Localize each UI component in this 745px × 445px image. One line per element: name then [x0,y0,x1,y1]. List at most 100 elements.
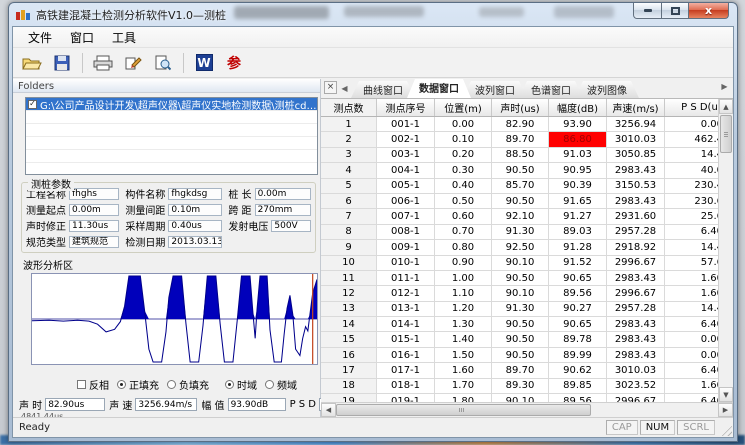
column-header-4[interactable]: 幅度(dB) [549,99,607,116]
menu-file[interactable]: 文件 [19,27,61,48]
time-domain-radio-control[interactable]: 时域 [225,377,257,392]
param-field-standard-type[interactable]: 建筑规范 [69,236,119,248]
horizontal-scrollbar[interactable]: ◀ ▶ [321,402,733,417]
param-field-sound-time-correction[interactable]: 11.30us [69,220,119,232]
column-header-3[interactable]: 声时(us) [492,99,549,116]
resize-grip[interactable] [719,423,732,436]
table-cell: 3023.52 [607,379,665,394]
waveform-plot[interactable] [31,273,318,365]
tab-wavetrain-image[interactable]: 波列图像 [575,81,639,98]
scroll-down-icon[interactable]: ▼ [719,387,733,402]
word-export-button[interactable]: W [191,51,217,75]
table-row[interactable]: 16016-11.5090.5089.992983.430.00 [321,348,718,363]
param-field-pile-length[interactable]: 0.00m [255,188,311,200]
tab-curve-window[interactable]: 曲线窗口 [351,81,415,98]
horizontal-scroll-track[interactable] [591,403,718,417]
freq-domain-radio[interactable] [265,380,274,389]
param-field-span[interactable]: 270mm [255,204,311,216]
table-cell: 1.50 [435,348,492,363]
vertical-scroll-track[interactable] [719,154,733,387]
horizontal-scroll-thumb[interactable] [336,404,591,416]
table-row[interactable]: 3003-10.2088.5091.033050.8514.4 [321,148,718,163]
title-bar[interactable]: 高铁建混凝土检测分析软件V1.0—测桩 x [9,3,737,26]
param-field-project-name[interactable]: fhghs [69,188,119,200]
data-pane: × ◀ 曲线窗口 数据窗口 波列窗口 色谱窗口 波列图像 ▶ 测点数测点序号位置… [321,79,733,417]
table-row[interactable]: 4004-10.3090.5090.952983.4340.0 [321,163,718,178]
column-header-1[interactable]: 测点序号 [377,99,435,116]
invert-checkbox-control[interactable]: 反相 [77,377,109,392]
vertical-scroll-thumb[interactable] [720,115,732,153]
send-report-button[interactable] [120,51,146,75]
param-field-component-name[interactable]: fhgkdsg [168,188,222,200]
freq-domain-radio-control[interactable]: 频域 [265,377,297,392]
fill-negative-radio-control[interactable]: 负填充 [167,377,209,392]
tab-spectrum-window[interactable]: 色谱窗口 [519,81,583,98]
table-row[interactable]: 11011-11.0090.5090.652983.431.60 [321,271,718,286]
table-row[interactable]: 1001-10.0082.9093.903256.940.00 [321,117,718,132]
minimize-button[interactable] [633,3,662,19]
param-label-standard-type: 规范类型 [26,234,66,249]
menu-tools[interactable]: 工具 [103,27,145,48]
invert-checkbox[interactable] [77,380,86,389]
readout-amplitude: 幅 值93.90dB [201,397,285,412]
table-row[interactable]: 10010-10.9090.1091.522996.6757.6 [321,256,718,271]
table-row[interactable]: 2002-10.1089.7086.803010.03462.4 [321,132,718,147]
table-row[interactable]: 15015-11.4090.5089.782983.430.00 [321,332,718,347]
param-field-sampling-period[interactable]: 0.40us [168,220,222,232]
table-header-row: 测点数测点序号位置(m)声时(us)幅度(dB)声速(m/s)P S D(us [321,99,718,117]
table-row[interactable]: 13013-11.2091.3090.272957.2814.4 [321,302,718,317]
tab-scroll-left-icon[interactable]: ◀ [338,82,351,96]
fill-positive-radio-control[interactable]: 正填充 [117,377,159,392]
param-field-transmit-voltage[interactable]: 500V [271,220,311,232]
param-field-measure-spacing[interactable]: 0.10m [168,204,222,216]
scroll-up-icon[interactable]: ▲ [719,99,733,114]
pane-close-button[interactable]: × [324,81,337,94]
tab-data-window[interactable]: 数据窗口 [407,79,471,98]
vertical-scrollbar[interactable]: ▲ ▼ [718,99,733,402]
folder-list[interactable]: ✓G:\公司产品设计开发\超声仪器\超声仪实地检测数据\测桩cd\cd03\cd… [25,97,318,175]
print-button[interactable] [90,51,116,75]
table-row[interactable]: 17017-11.6089.7090.623010.036.40 [321,363,718,378]
folder-list-item[interactable]: ✓G:\公司产品设计开发\超声仪器\超声仪实地检测数据\测桩cd\cd03\cd… [26,98,317,111]
close-button[interactable]: x [689,3,729,19]
table-cell: 019-1 [377,394,435,402]
table-cell: 230.4 [665,179,718,194]
fill-negative-radio[interactable] [167,380,176,389]
table-row[interactable]: 7007-10.6092.1091.272931.6025.6 [321,209,718,224]
param-field-test-date[interactable]: 2013.03.13 [168,236,222,248]
column-header-2[interactable]: 位置(m) [435,99,492,116]
table-row[interactable]: 5005-10.4085.7090.393150.53230.4 [321,179,718,194]
save-button[interactable] [49,51,75,75]
time-domain-radio[interactable] [225,380,234,389]
scroll-left-icon[interactable]: ◀ [321,403,336,417]
folder-list-empty-row [26,163,317,175]
table-row[interactable]: 12012-11.1090.1089.562996.671.60 [321,286,718,301]
table-cell: 015-1 [377,332,435,347]
scroll-right-icon[interactable]: ▶ [718,403,733,417]
readout-field-sound-velocity[interactable]: 3256.94m/s [135,398,197,411]
print-preview-button[interactable] [150,51,176,75]
readout-field-sound-time[interactable]: 82.90us [45,398,105,411]
menu-window[interactable]: 窗口 [61,27,103,48]
table-row[interactable]: 6006-10.5090.5091.652983.43230.6 [321,194,718,209]
table-cell: 91.30 [492,225,549,240]
minimize-icon [644,9,652,12]
table-row[interactable]: 18018-11.7089.3089.853023.521.60 [321,379,718,394]
readout-field-amplitude[interactable]: 93.90dB [228,398,286,411]
table-body[interactable]: 1001-10.0082.9093.903256.940.002002-10.1… [321,117,718,402]
column-header-5[interactable]: 声速(m/s) [607,99,665,116]
param-field-measure-start[interactable]: 0.00m [69,204,119,216]
table-row[interactable]: 14014-11.3090.5090.652983.436.40 [321,317,718,332]
maximize-button[interactable] [662,3,689,19]
folder-item-checkbox[interactable]: ✓ [28,100,37,109]
tab-scroll-right-icon[interactable]: ▶ [718,80,731,94]
fill-positive-radio[interactable] [117,380,126,389]
open-folder-button[interactable] [19,51,45,75]
table-row[interactable]: 8008-10.7091.3089.032957.286.40 [321,225,718,240]
table-row[interactable]: 9009-10.8092.5091.282918.9214.4 [321,240,718,255]
table-row[interactable]: 19019-11.8090.1089.562996.676.40 [321,394,718,402]
column-header-6[interactable]: P S D(us [665,99,718,116]
tab-wavetrain-window[interactable]: 波列窗口 [463,81,527,98]
parameters-button[interactable]: 参 [221,51,247,75]
column-header-0[interactable]: 测点数 [321,99,377,116]
